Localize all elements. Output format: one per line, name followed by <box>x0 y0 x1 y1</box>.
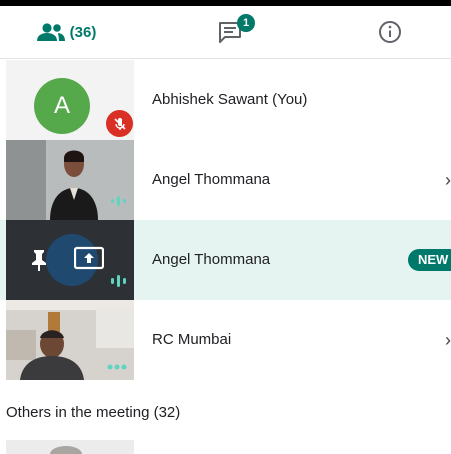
participant-name: Angel Thommana <box>152 251 271 268</box>
presenting-screen-icon <box>73 246 105 277</box>
participant-tile: A <box>6 60 134 140</box>
participant-name: Abhishek Sawant (You) <box>152 91 308 108</box>
audio-level-icon <box>110 194 128 212</box>
people-icon <box>36 23 65 41</box>
pin-icon <box>28 248 50 277</box>
chat-unread-badge: 1 <box>237 14 255 32</box>
participant-row[interactable]: A Abhishek Sawant (You) <box>0 60 451 140</box>
tab-chat[interactable] <box>196 6 266 58</box>
more-options-icon[interactable] <box>106 358 128 376</box>
tab-info[interactable] <box>360 6 420 58</box>
participant-count: (36) <box>69 23 97 41</box>
participant-tile <box>6 440 134 454</box>
tab-people[interactable]: (36) <box>20 6 112 58</box>
avatar: A <box>34 78 90 134</box>
participant-row[interactable]: Angel Thommana › <box>0 140 451 220</box>
tab-bar: (36) 1 <box>0 6 451 64</box>
participant-name: Angel Thommana <box>152 171 271 188</box>
participant-row[interactable]: Angel Thommana NEW <box>0 220 451 300</box>
chevron-right-icon[interactable]: › <box>445 170 451 191</box>
others-section-heading: Others in the meeting (32) <box>6 404 181 421</box>
participant-video-tile <box>6 140 134 220</box>
new-badge: NEW <box>408 249 451 271</box>
chevron-right-icon[interactable]: › <box>445 330 451 351</box>
participant-row[interactable]: RC Mumbai › <box>0 300 451 380</box>
participant-name: RC Mumbai <box>152 331 232 348</box>
info-icon <box>379 21 401 43</box>
mic-muted-icon <box>106 110 133 137</box>
participant-tile <box>6 220 134 300</box>
participant-video-tile <box>6 300 134 380</box>
audio-level-icon <box>110 274 128 292</box>
